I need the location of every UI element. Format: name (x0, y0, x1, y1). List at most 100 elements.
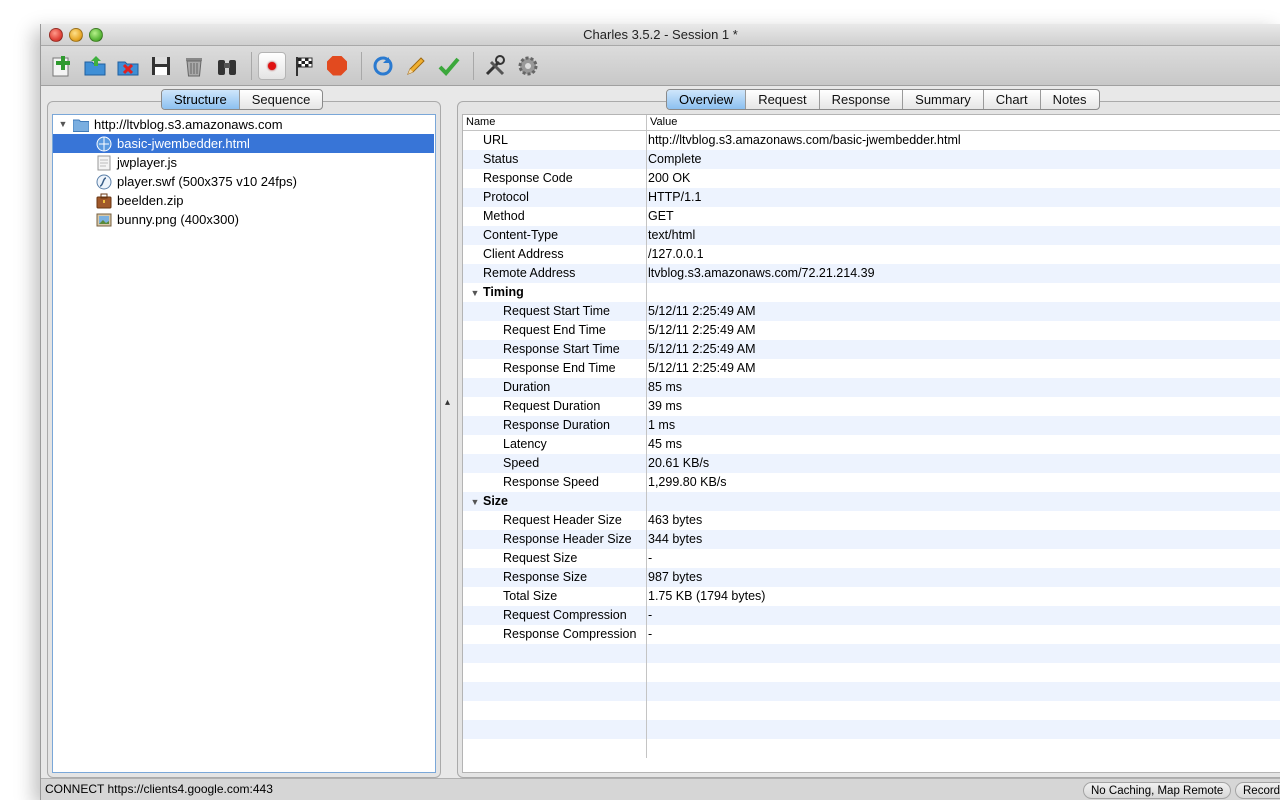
tree-item[interactable]: beelden.zip (53, 191, 435, 210)
row-name: Method (463, 207, 647, 226)
table-row[interactable]: Response Size 987 bytes (463, 568, 1280, 587)
tree-item[interactable]: player.swf (500x375 v10 24fps) (53, 172, 435, 191)
table-row[interactable]: Client Address/127.0.0.1 (463, 245, 1280, 264)
tools-button[interactable] (480, 51, 510, 81)
table-row[interactable]: Request Header Size 463 bytes (463, 511, 1280, 530)
table-row[interactable]: Remote Address ltvblog.s3.amazonaws.com/7… (463, 264, 1280, 283)
table-header: Name Value (463, 115, 1280, 131)
table-row[interactable]: Response Speed 1,299.80 KB/s (463, 473, 1280, 492)
tree-item[interactable]: basic-jwembedder.html (53, 134, 434, 153)
collapse-triangle-icon[interactable]: ▼ (467, 493, 483, 511)
table-row[interactable]: Request Size - (463, 549, 1280, 568)
tab-response[interactable]: Response (820, 90, 904, 109)
close-session-button[interactable] (113, 51, 143, 81)
table-group-row[interactable]: ▼ Size (463, 492, 1280, 511)
split-pane-handle[interactable]: ▴ (445, 397, 450, 408)
row-name: Duration (463, 378, 647, 397)
checkmark-icon (438, 57, 460, 76)
html-file-icon (96, 136, 112, 152)
toolbar-separator (251, 51, 252, 80)
left-view-switcher: Structure Sequence (161, 89, 324, 110)
tab-notes[interactable]: Notes (1041, 90, 1099, 109)
column-header-value[interactable]: Value (647, 115, 677, 130)
edit-button[interactable] (401, 51, 431, 81)
desktop: Charles 3.5.2 - Session 1 * Structure Se… (0, 0, 1280, 800)
row-name: Response Code (463, 169, 647, 188)
throttle-button[interactable] (289, 51, 319, 81)
table-row[interactable]: Request End Time 5/12/11 2:25:49 AM (463, 321, 1280, 340)
row-value: 344 bytes (648, 532, 703, 546)
close-folder-icon (117, 61, 139, 75)
repeat-button[interactable] (368, 51, 398, 81)
tab-chart[interactable]: Chart (984, 90, 1041, 109)
group-name: Timing (483, 285, 524, 299)
table-row[interactable]: Speed 20.61 KB/s (463, 454, 1280, 473)
row-value: 20.61 KB/s (648, 456, 710, 470)
row-name: Request Start Time (463, 302, 647, 321)
row-name: Status (463, 150, 647, 169)
tab-structure[interactable]: Structure (162, 90, 240, 109)
table-row[interactable]: Request Compression - (463, 606, 1280, 625)
tree-host-row[interactable]: ▼ http://ltvblog.s3.amazonaws.com (53, 115, 435, 134)
open-session-button[interactable] (80, 51, 110, 81)
record-icon (268, 61, 276, 70)
tab-sequence[interactable]: Sequence (240, 90, 323, 109)
empty-cell (463, 739, 647, 758)
table-row[interactable]: Response Start Time 5/12/11 2:25:49 AM (463, 340, 1280, 359)
tab-summary[interactable]: Summary (903, 90, 984, 109)
row-name: Request Header Size (463, 511, 647, 530)
empty-row (463, 663, 1280, 682)
table-row[interactable]: Latency 45 ms (463, 435, 1280, 454)
folder-icon (73, 117, 89, 133)
column-header-name[interactable]: Name (463, 115, 647, 130)
row-name: Client Address (463, 245, 647, 264)
breakpoints-button[interactable] (322, 51, 352, 81)
expand-triangle-icon[interactable]: ▼ (57, 115, 69, 134)
table-row[interactable]: URL http://ltvblog.s3.amazonaws.com/basic… (463, 131, 1280, 150)
tab-overview[interactable]: Overview (667, 90, 747, 109)
row-value: /127.0.0.1 (648, 247, 704, 261)
tools-status-badge[interactable]: No Caching, Map Remote (1083, 782, 1232, 799)
table-row[interactable]: Response Code 200 OK (463, 169, 1280, 188)
table-row[interactable]: Response Compression - (463, 625, 1280, 644)
minimize-window-button[interactable] (69, 28, 83, 42)
empty-cell (463, 682, 647, 701)
recording-status-badge[interactable]: Recording (1235, 782, 1280, 799)
table-row[interactable]: Protocol HTTP/1.1 (463, 188, 1280, 207)
tree-item[interactable]: jwplayer.js (53, 153, 435, 172)
validate-button[interactable] (434, 51, 464, 81)
row-name: Remote Address (463, 264, 647, 283)
table-row[interactable]: Response Duration 1 ms (463, 416, 1280, 435)
new-session-button[interactable] (47, 51, 77, 81)
table-row[interactable]: Request Duration 39 ms (463, 397, 1280, 416)
table-row[interactable]: Status Complete (463, 150, 1280, 169)
tab-request[interactable]: Request (746, 90, 820, 109)
empty-row (463, 739, 1280, 758)
table-row[interactable]: Content-Type text/html (463, 226, 1280, 245)
table-row[interactable]: Duration 85 ms (463, 378, 1280, 397)
empty-cell (463, 701, 647, 720)
table-group-row[interactable]: ▼ Timing (463, 283, 1280, 302)
save-session-button[interactable] (146, 51, 176, 81)
row-name: Response Size (463, 568, 647, 587)
row-value: http://ltvblog.s3.amazonaws.com/basic-jw… (648, 133, 961, 147)
zoom-window-button[interactable] (89, 28, 103, 42)
table-row[interactable]: Request Start Time 5/12/11 2:25:49 AM (463, 302, 1280, 321)
collapse-triangle-icon[interactable]: ▼ (467, 284, 483, 302)
table-row[interactable]: Response Header Size 344 bytes (463, 530, 1280, 549)
toolbar-separator (361, 51, 362, 80)
close-window-button[interactable] (49, 28, 63, 42)
tree-item-label: bunny.png (400x300) (117, 212, 239, 227)
table-row[interactable]: Total Size 1.75 KB (1794 bytes) (463, 587, 1280, 606)
table-row[interactable]: Method GET (463, 207, 1280, 226)
record-button[interactable] (258, 51, 286, 80)
find-button[interactable] (212, 51, 242, 81)
detail-panel: Overview Request Response Summary Chart … (457, 89, 1280, 778)
tree-item[interactable]: bunny.png (400x300) (53, 210, 435, 229)
clear-session-button[interactable] (179, 51, 209, 81)
toolbar (41, 46, 1280, 86)
settings-button[interactable] (513, 51, 543, 81)
title-bar: Charles 3.5.2 - Session 1 * (41, 24, 1280, 46)
tree-item-label: basic-jwembedder.html (117, 136, 250, 151)
table-row[interactable]: Response End Time 5/12/11 2:25:49 AM (463, 359, 1280, 378)
